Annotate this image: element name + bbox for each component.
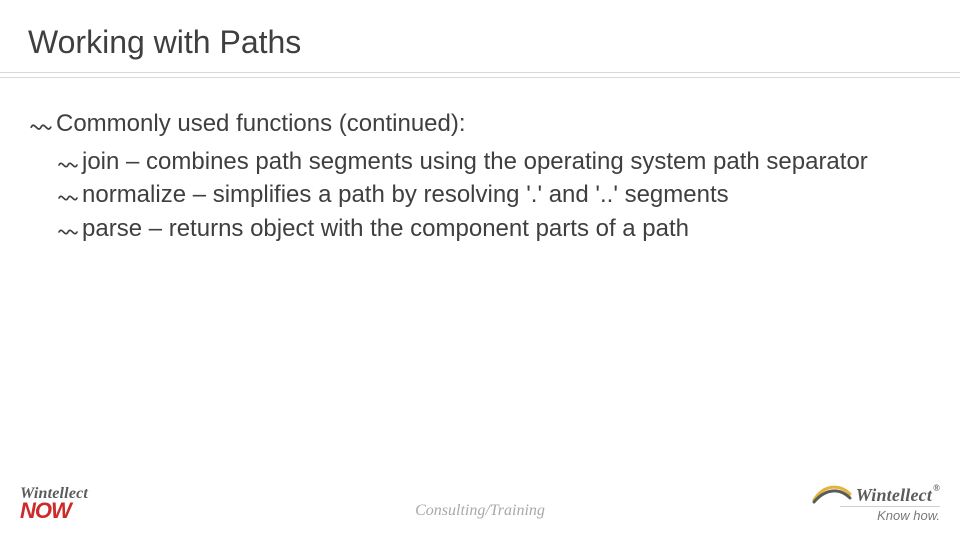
squiggle-icon (28, 112, 54, 138)
squiggle-icon (56, 151, 80, 175)
squiggle-icon (56, 184, 80, 208)
bullet-level2: join – combines path segments using the … (56, 146, 932, 178)
brand-tagline: Know how. (812, 509, 940, 522)
slide-footer: Wintellect NOW Consulting/Training Winte… (0, 478, 960, 524)
bullet-text: normalize – simplifies a path by resolvi… (82, 179, 932, 211)
bullet-text: Commonly used functions (continued): (56, 108, 932, 140)
bullet-text: join – combines path segments using the … (82, 146, 932, 178)
bullet-level1: Commonly used functions (continued): (28, 108, 932, 140)
brand-word: Wintellect (20, 486, 88, 502)
bullet-level2: parse – returns object with the componen… (56, 213, 932, 245)
bullet-text: parse – returns object with the componen… (82, 213, 932, 245)
wintellect-logo: Wintellect® Know how. (812, 484, 940, 522)
title-divider (0, 72, 960, 82)
brand-word: Wintellect® (856, 486, 940, 504)
swoosh-icon (812, 484, 852, 504)
registered-mark: ® (933, 483, 940, 493)
bullet-level2: normalize – simplifies a path by resolvi… (56, 179, 932, 211)
slide-content: Commonly used functions (continued): joi… (28, 108, 932, 247)
divider (840, 506, 940, 507)
slide-title: Working with Paths (28, 24, 301, 61)
squiggle-icon (56, 218, 80, 242)
